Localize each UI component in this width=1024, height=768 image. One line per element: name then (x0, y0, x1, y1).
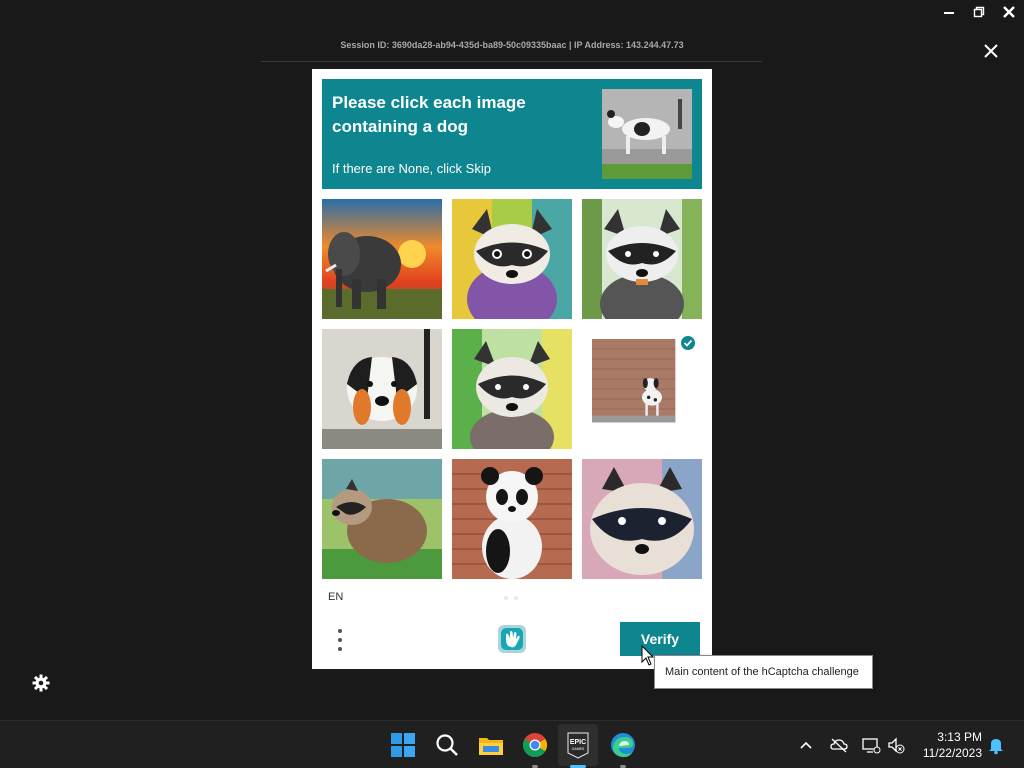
mouse-cursor-icon (641, 645, 655, 666)
restore-button[interactable] (964, 0, 994, 24)
notification-bell-icon[interactable] (986, 735, 1006, 755)
system-clock[interactable]: 3:13 PM 11/22/2023 (923, 729, 982, 761)
gear-icon[interactable] (32, 674, 50, 692)
page-indicator (504, 596, 518, 600)
verify-button[interactable]: Verify (620, 622, 700, 656)
prompt-subtitle: If there are None, click Skip (332, 161, 491, 176)
hcaptcha-challenge: Please click each image containing a dog… (312, 69, 712, 669)
onedrive-offline-icon[interactable] (829, 735, 849, 755)
challenge-tile[interactable] (452, 459, 572, 579)
challenge-tile-selected[interactable] (582, 329, 702, 449)
chevron-up-icon[interactable] (796, 735, 816, 755)
close-icon[interactable] (980, 40, 1002, 62)
close-icon (1003, 6, 1015, 18)
header-divider (261, 61, 762, 62)
more-options-icon[interactable] (330, 625, 350, 655)
minimize-icon (944, 12, 954, 14)
challenge-tile[interactable] (582, 459, 702, 579)
challenge-tile[interactable] (322, 459, 442, 579)
taskbar: EPIC GAMES 3:13 PM 11/22/2023 (0, 720, 1024, 768)
svg-text:GAMES: GAMES (572, 747, 585, 751)
windows-start-icon[interactable] (389, 731, 417, 759)
edge-icon[interactable] (609, 731, 637, 759)
search-icon[interactable] (433, 731, 461, 759)
window-controls (934, 0, 1024, 24)
volume-muted-icon[interactable] (886, 735, 906, 755)
selected-check-icon (680, 335, 696, 351)
restore-icon (973, 6, 985, 18)
prompt-title: Please click each image containing a dog (332, 93, 526, 136)
hcaptcha-logo-icon[interactable] (495, 622, 529, 656)
challenge-tile[interactable] (582, 199, 702, 319)
chrome-icon[interactable] (521, 731, 549, 759)
example-image (602, 89, 692, 179)
minimize-button[interactable] (934, 0, 964, 24)
session-info: Session ID: 3690da28-ab94-435d-ba89-50c0… (340, 40, 684, 50)
remote-session-window: Session ID: 3690da28-ab94-435d-ba89-50c0… (0, 0, 1024, 720)
challenge-tile[interactable] (452, 329, 572, 449)
challenge-tile[interactable] (322, 199, 442, 319)
challenge-prompt: Please click each image containing a dog… (322, 79, 702, 189)
epic-games-icon[interactable]: EPIC GAMES (564, 731, 592, 759)
tooltip: Main content of the hCaptcha challenge (654, 655, 873, 689)
file-explorer-icon[interactable] (477, 731, 505, 759)
close-window-button[interactable] (994, 0, 1024, 24)
challenge-tile[interactable] (322, 329, 442, 449)
language-selector[interactable]: EN (328, 591, 343, 603)
challenge-tile[interactable] (452, 199, 572, 319)
clock-time: 3:13 PM (937, 730, 982, 744)
svg-text:EPIC: EPIC (570, 739, 586, 746)
clock-date: 11/22/2023 (922, 746, 982, 760)
network-icon[interactable] (861, 735, 881, 755)
